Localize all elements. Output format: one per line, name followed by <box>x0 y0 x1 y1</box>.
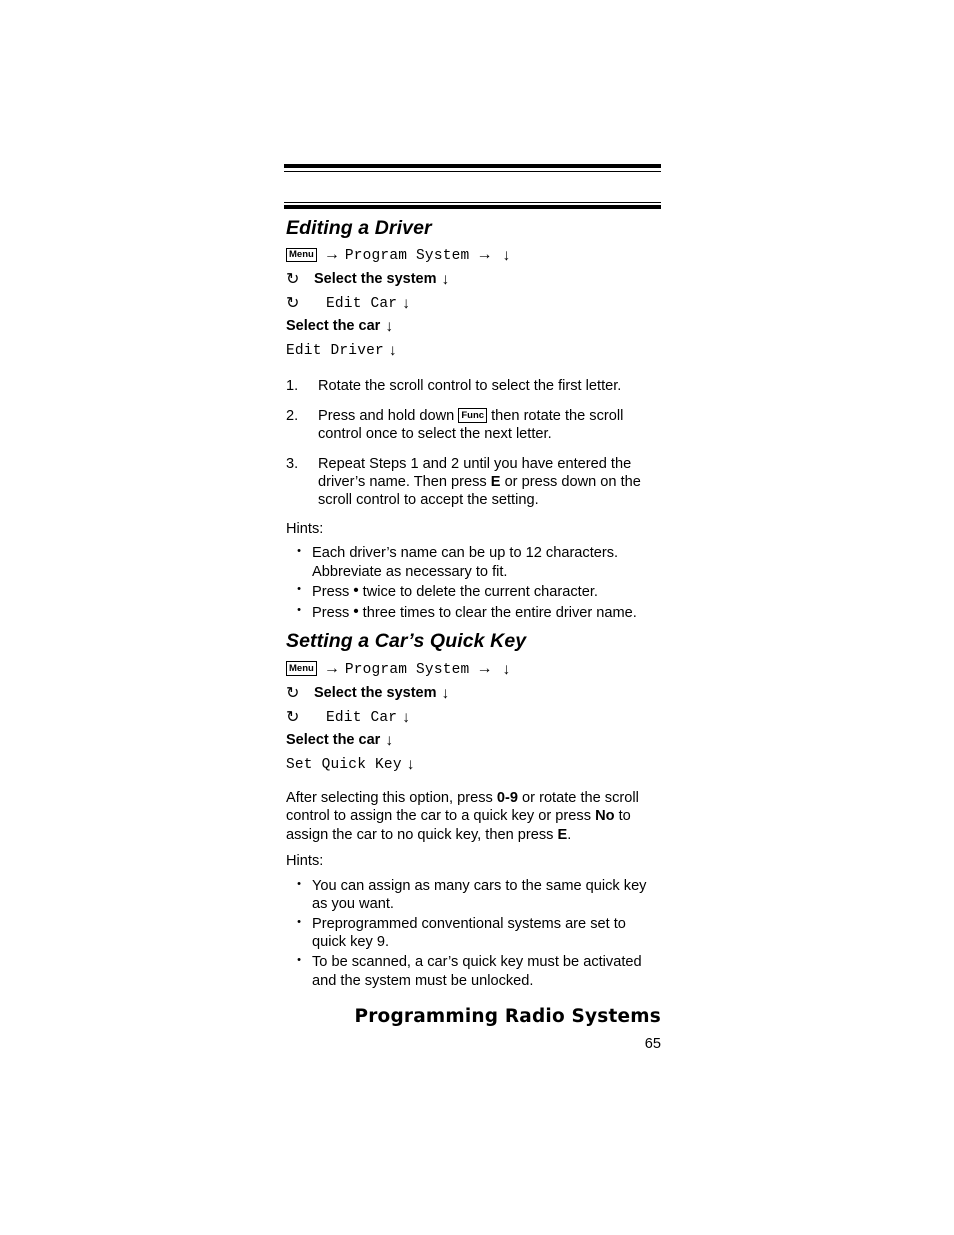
func-key-badge[interactable]: Func <box>458 408 488 423</box>
hint-item: • Each driver’s name can be up to 12 char… <box>286 544 661 581</box>
bullet-icon: • <box>297 915 301 928</box>
inline-key-label: E <box>490 473 501 490</box>
hint-text: You can assign as many cars to the same … <box>312 877 647 913</box>
menu-path-line: Menu → Program System → ↓ <box>286 659 661 685</box>
menu-path-line: Edit Driver ↓ <box>286 342 661 365</box>
section-heading-setting-a-cars-quick-key: Setting a Car’s Quick Key <box>286 630 527 653</box>
arrow-right-icon: → <box>323 659 340 677</box>
rule-thin <box>284 171 661 172</box>
hint-text: Each driver’s name can be up to 12 chara… <box>312 545 619 580</box>
menu-path-editing-a-driver: Menu → Program System → ↓ ↻ Select the s… <box>286 247 661 365</box>
step-text: Press and hold down Func then rotate the… <box>318 407 624 443</box>
menu-item-program-system[interactable]: Program System <box>345 249 470 264</box>
hints-list-quick-key: • You can assign as many cars to the same… <box>286 877 661 990</box>
menu-path-line: Menu → Program System → ↓ <box>286 247 661 271</box>
dot-key-icon: • <box>353 602 359 620</box>
step-item: 1. Rotate the scroll control to select th… <box>286 377 661 395</box>
dot-key-icon: • <box>353 582 359 600</box>
hint-text: Preprogrammed conventional systems are s… <box>312 915 626 951</box>
menu-path-line: ↻ Edit Car ↓ <box>286 709 661 732</box>
menu-path-line: Select the car ↓ <box>286 318 661 342</box>
instruction-select-the-car: Select the car <box>286 731 381 748</box>
header-rule-second <box>284 202 661 209</box>
menu-key-badge[interactable]: Menu <box>286 661 317 676</box>
bullet-icon: • <box>297 583 301 596</box>
menu-path-line: ↻ Select the system ↓ <box>286 271 661 295</box>
step-text: Rotate the scroll control to select the … <box>318 378 622 395</box>
arrow-down-icon: ↓ <box>502 247 511 265</box>
rotate-scroll-icon: ↻ <box>286 271 300 289</box>
arrow-down-icon: ↓ <box>385 318 394 336</box>
instruction-select-the-car: Select the car <box>286 318 381 335</box>
bullet-icon: • <box>297 877 301 890</box>
bullet-icon: • <box>297 953 301 966</box>
hint-item: • Press • twice to delete the current cha… <box>286 582 661 602</box>
menu-path-setting-quick-key: Menu → Program System → ↓ ↻ Select the s… <box>286 659 661 779</box>
menu-item-edit-driver[interactable]: Edit Driver <box>286 344 384 359</box>
arrow-down-icon: ↓ <box>385 731 394 749</box>
arrow-down-icon: ↓ <box>502 660 511 678</box>
arrow-down-icon: ↓ <box>402 295 410 313</box>
arrow-down-icon: ↓ <box>441 271 450 289</box>
rotate-scroll-icon: ↻ <box>286 708 300 726</box>
menu-item-edit-car[interactable]: Edit Car <box>326 711 397 726</box>
menu-item-set-quick-key[interactable]: Set Quick Key <box>286 758 402 773</box>
hints-label: Hints: <box>286 520 324 537</box>
bullet-icon: • <box>297 603 301 616</box>
hint-text: To be scanned, a car’s quick key must be… <box>312 953 642 989</box>
footer-title: Programming Radio Systems <box>354 1006 661 1027</box>
inline-key-label: 0-9 <box>496 789 518 806</box>
menu-path-line: Select the car ↓ <box>286 732 661 756</box>
step-number: 2. <box>286 407 299 424</box>
header-rule-top <box>284 0 661 172</box>
step-item: 2. Press and hold down Func then rotate t… <box>286 407 661 444</box>
section-heading-editing-a-driver: Editing a Driver <box>286 217 432 239</box>
arrow-right-icon: → <box>323 246 340 264</box>
rotate-scroll-icon: ↻ <box>286 295 300 313</box>
arrow-down-icon: ↓ <box>388 342 397 360</box>
arrow-down-icon: ↓ <box>441 684 450 702</box>
hint-item: • To be scanned, a car’s quick key must b… <box>286 953 661 990</box>
menu-path-line: Set Quick Key ↓ <box>286 756 661 779</box>
arrow-down-icon: ↓ <box>406 755 415 773</box>
step-number: 3. <box>286 455 299 472</box>
menu-path-line: ↻ Select the system ↓ <box>286 685 661 709</box>
step-number: 1. <box>286 378 299 395</box>
quick-key-paragraph: After selecting this option, press 0-9 o… <box>286 789 639 843</box>
menu-key-badge[interactable]: Menu <box>286 247 317 263</box>
inline-key-label: No <box>595 808 615 825</box>
arrow-right-icon: → <box>476 246 493 264</box>
menu-item-edit-car[interactable]: Edit Car <box>326 297 397 312</box>
hint-item: • You can assign as many cars to the same… <box>286 877 661 914</box>
bullet-icon: • <box>297 545 301 558</box>
hint-item: • Preprogrammed conventional systems are … <box>286 915 661 952</box>
page-number: 65 <box>644 1036 661 1052</box>
rotate-scroll-icon: ↻ <box>286 684 300 702</box>
hint-item: • Press • three times to clear the entire… <box>286 603 661 623</box>
instruction-select-the-system: Select the system <box>314 684 437 701</box>
step-text: Repeat Steps 1 and 2 until you have ente… <box>318 455 641 509</box>
hint-text: Press • three times to clear the entire … <box>312 602 637 621</box>
hint-text: Press • twice to delete the current char… <box>312 582 598 601</box>
hints-label: Hints: <box>286 853 324 870</box>
arrow-down-icon: ↓ <box>402 708 410 726</box>
rule-thick <box>284 205 661 209</box>
steps-list-editing-a-driver: 1. Rotate the scroll control to select th… <box>286 377 661 509</box>
instruction-select-the-system: Select the system <box>314 271 437 288</box>
menu-item-program-system[interactable]: Program System <box>345 663 470 678</box>
menu-path-line: ↻ Edit Car ↓ <box>286 295 661 318</box>
hints-list-editing-a-driver: • Each driver’s name can be up to 12 char… <box>286 544 661 622</box>
step-item: 3. Repeat Steps 1 and 2 until you have en… <box>286 455 661 510</box>
arrow-right-icon: → <box>476 659 493 677</box>
inline-key-label: E <box>557 826 568 843</box>
document-page: Editing a Driver Menu → Program System →… <box>284 0 661 991</box>
